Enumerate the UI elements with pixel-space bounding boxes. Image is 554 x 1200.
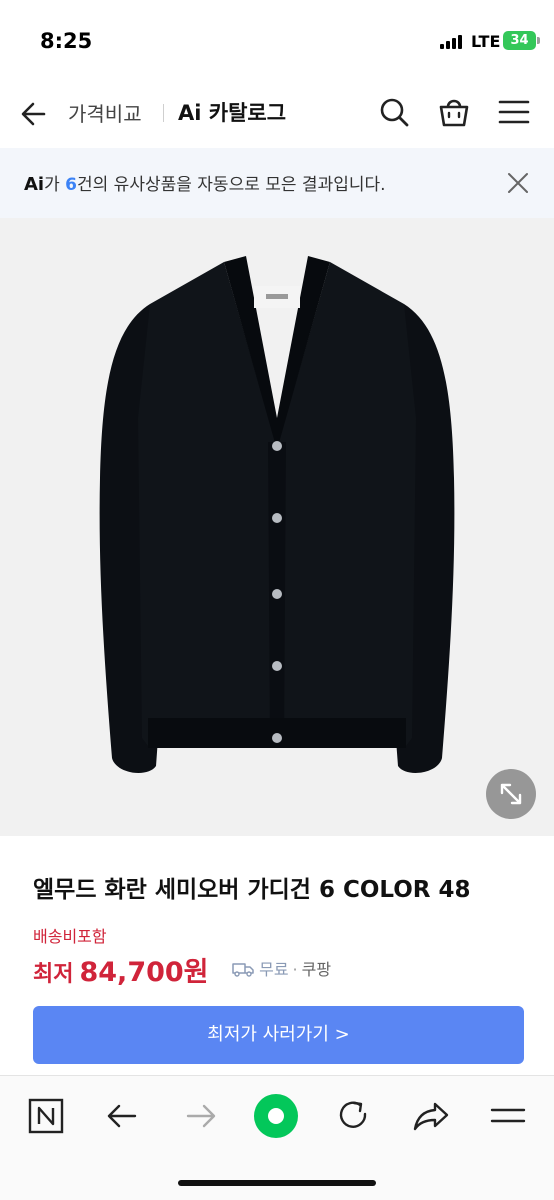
- status-time: 8:25: [40, 29, 93, 53]
- breadcrumb-divider: [163, 104, 164, 122]
- ai-notice-suffix: 건의 유사상품을 자동으로 모은 결과입니다.: [77, 175, 386, 195]
- refresh-icon: [339, 1101, 367, 1128]
- share-icon: [413, 1102, 449, 1131]
- green-dot-button[interactable]: [253, 1093, 299, 1139]
- lowest-price: 84,700원: [79, 957, 209, 988]
- ai-notice-text: Ai가 6건의 유사상품을 자동으로 모은 결과입니다.: [24, 170, 386, 195]
- product-image[interactable]: [0, 218, 554, 836]
- refresh-button[interactable]: [332, 1094, 376, 1138]
- lowest-price-label: 최저: [33, 962, 74, 987]
- zoom-button[interactable]: [486, 769, 536, 819]
- green-home-icon: [254, 1094, 298, 1138]
- naver-home-button[interactable]: [24, 1094, 68, 1138]
- nav-forward-button[interactable]: [178, 1094, 222, 1138]
- back-arrow-icon: [107, 1104, 137, 1128]
- search-icon: [380, 98, 409, 127]
- ai-notice-prefix: 가: [44, 175, 66, 195]
- signal-icon: [440, 34, 464, 49]
- home-indicator: [178, 1180, 376, 1186]
- naver-n-icon: [28, 1098, 64, 1134]
- shipping-included-note: 배송비포함: [33, 927, 107, 946]
- banner-close-button[interactable]: [503, 168, 533, 198]
- hamburger-menu-icon: [498, 100, 530, 124]
- app-header: 가격비교 Ai 카탈로그: [0, 80, 554, 148]
- menu-icon: [490, 1108, 526, 1123]
- black-cardigan-image: [99, 256, 455, 773]
- separator-dot: ·: [292, 960, 298, 979]
- ai-notice-banner: Ai가 6건의 유사상품을 자동으로 모은 결과입니다.: [0, 148, 554, 218]
- truck-icon: [232, 963, 254, 977]
- expand-icon: [500, 783, 522, 805]
- ai-mark: Ai: [24, 174, 45, 195]
- battery-level: 34: [510, 33, 529, 48]
- search-button[interactable]: [376, 94, 412, 130]
- price-row: 최저 84,700원: [33, 950, 209, 988]
- battery-icon: 34: [503, 31, 536, 50]
- delivery-fee: 무료: [259, 960, 289, 979]
- network-label: LTE: [471, 32, 501, 51]
- seller-name: 쿠팡: [301, 960, 332, 979]
- breadcrumb-compare[interactable]: 가격비교: [68, 98, 142, 127]
- forward-arrow-icon: [186, 1104, 216, 1128]
- shopping-bag-icon: [439, 99, 469, 127]
- share-button[interactable]: [409, 1094, 453, 1138]
- page-title: Ai 카탈로그: [178, 101, 287, 125]
- more-menu-button[interactable]: [486, 1094, 530, 1138]
- back-button[interactable]: [16, 96, 52, 132]
- status-bar: 8:25 LTE 34: [0, 0, 554, 80]
- cart-button[interactable]: [436, 94, 472, 130]
- buy-lowest-price-button[interactable]: 최저가 사러가기 >: [33, 1006, 524, 1064]
- battery-cap: [537, 37, 540, 44]
- delivery-info: 무료 · 쿠팡: [232, 956, 331, 980]
- menu-button[interactable]: [496, 94, 532, 130]
- similar-count: 6: [65, 175, 77, 195]
- close-icon: [508, 173, 528, 193]
- arrow-left-icon: [21, 102, 46, 126]
- nav-back-button[interactable]: [101, 1094, 145, 1138]
- product-title: 엘무드 화란 세미오버 가디건 6 COLOR 48: [33, 877, 471, 903]
